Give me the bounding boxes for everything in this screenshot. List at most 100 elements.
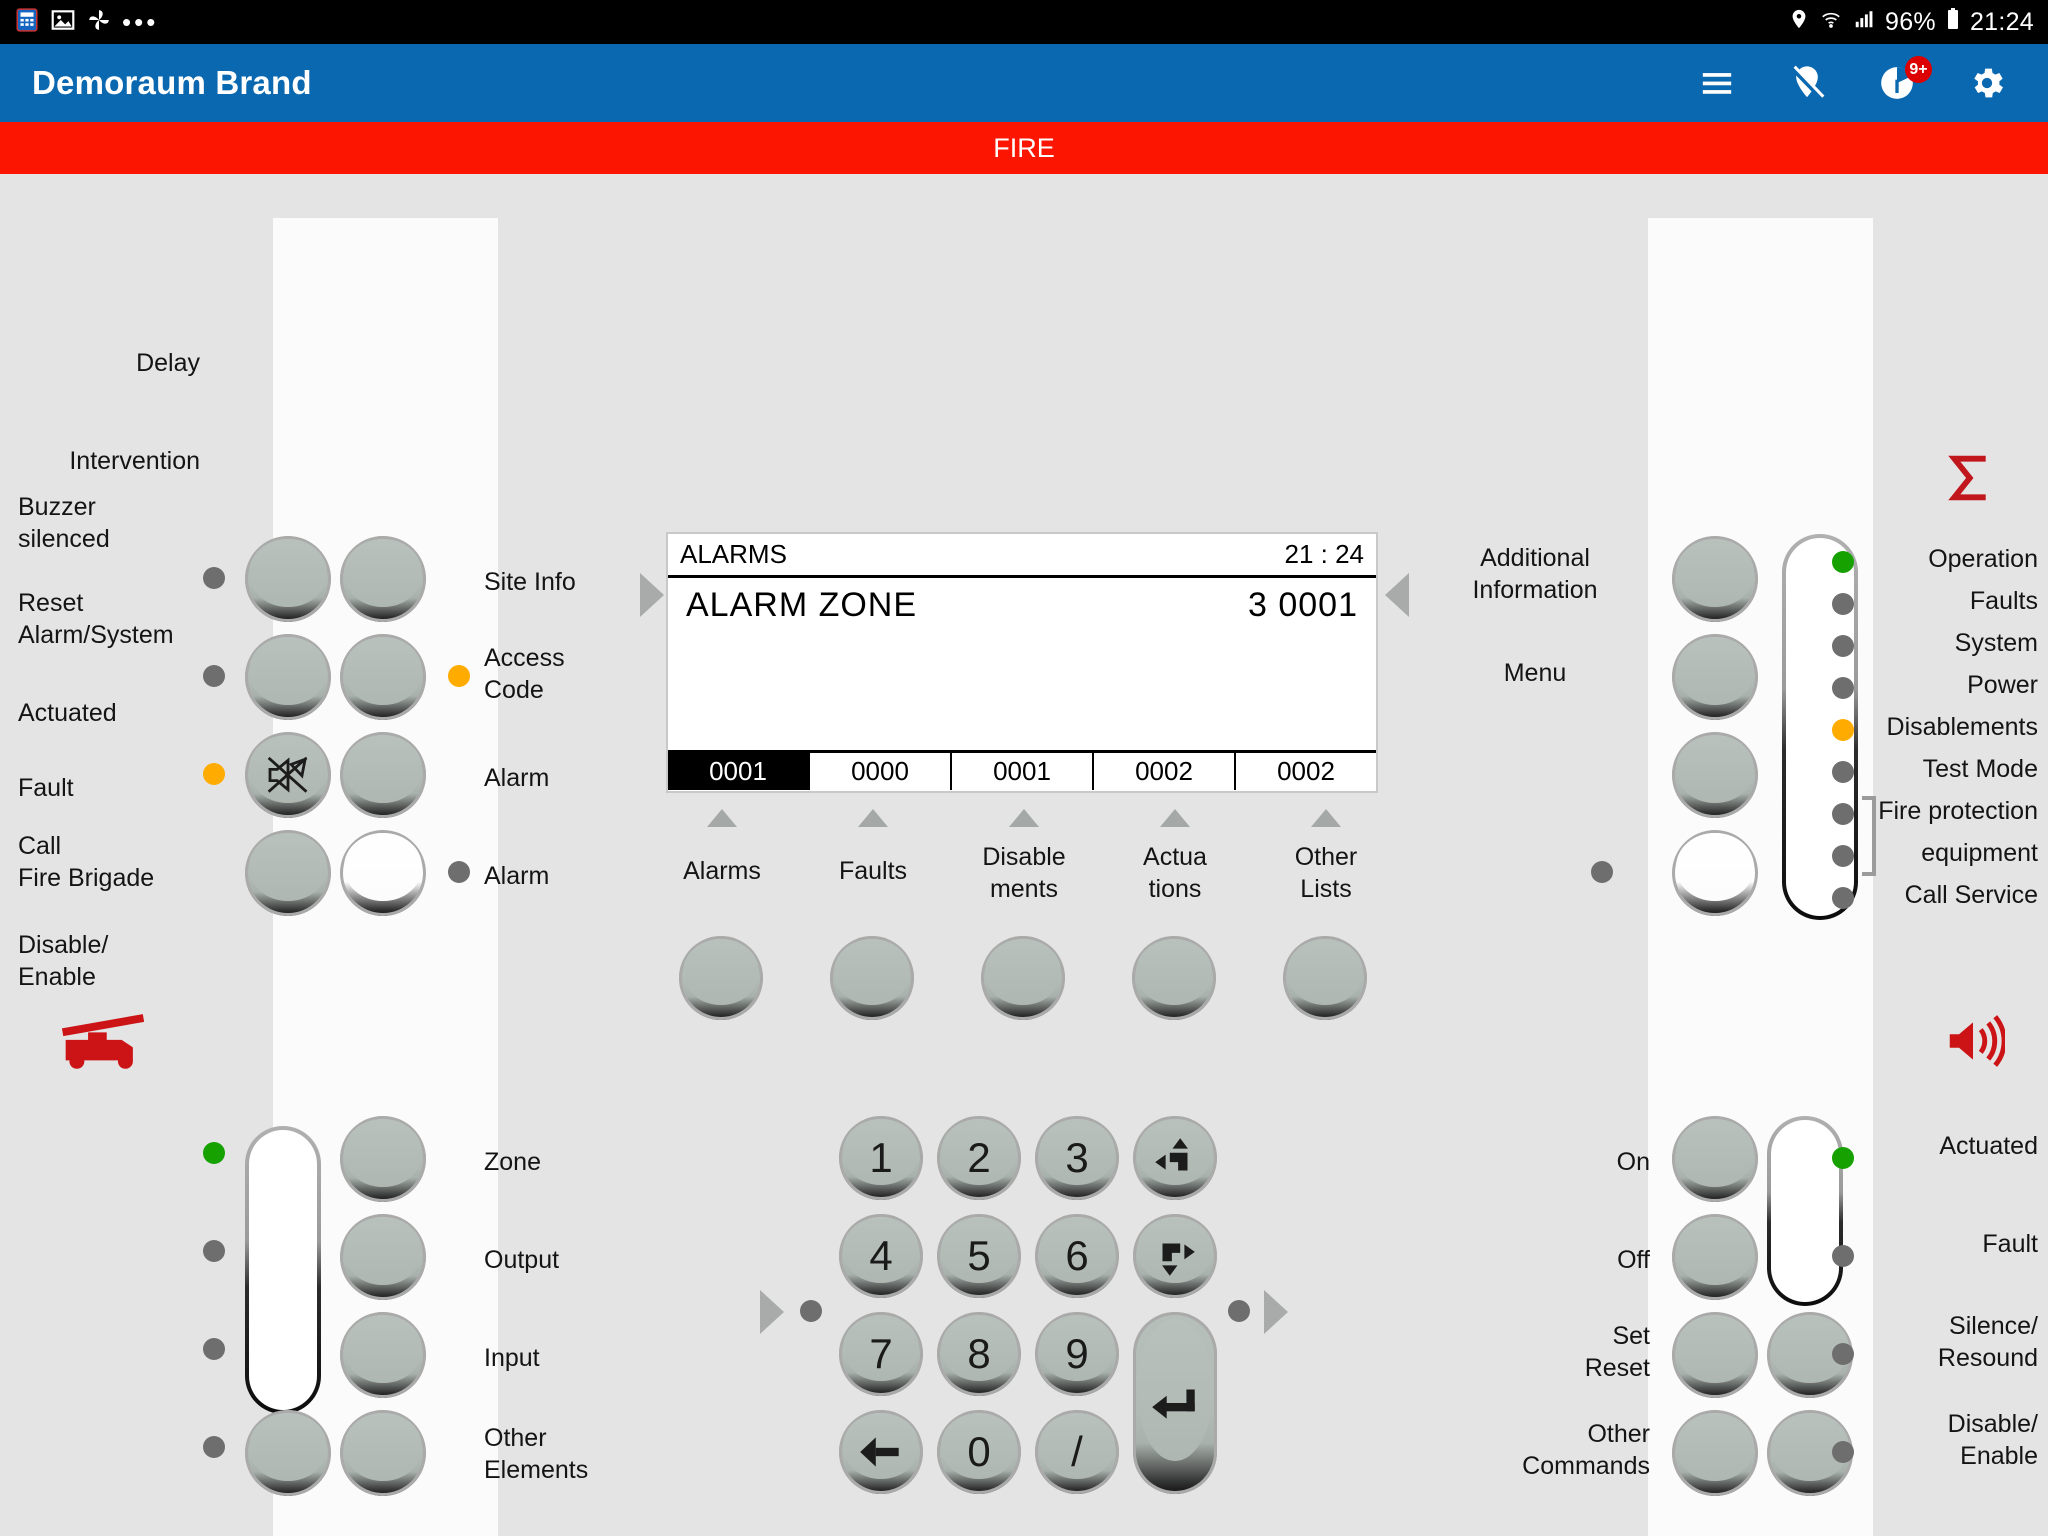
button-buzzer-silence[interactable] [245, 732, 331, 818]
android-status-bar: ••• 96% 21:24 [0, 0, 2048, 44]
label-fault-right: Fault [1982, 1230, 2038, 1258]
label-alarm-bottom: Alarm [484, 862, 550, 890]
key-7-label: 7 [869, 1330, 893, 1377]
speaker-icon [1928, 996, 2018, 1086]
key-3[interactable]: 3 [1035, 1116, 1119, 1200]
key-0[interactable]: 0 [937, 1410, 1021, 1494]
button-site-info[interactable] [340, 536, 426, 622]
label-led-test-mode: Test Mode [1922, 755, 2038, 783]
hamburger-menu-icon[interactable] [1696, 62, 1738, 104]
label-led-fire-protection: Fire protection [1878, 797, 2038, 825]
led-status-indicator [1591, 861, 1613, 883]
key-backspace[interactable] [839, 1410, 923, 1494]
notifications-icon[interactable]: 9+ [1876, 56, 1932, 104]
backspace-icon [839, 1410, 923, 1494]
key-nav-up-left[interactable] [1133, 1116, 1217, 1200]
keypad-arrow-right [1264, 1290, 1288, 1334]
button-list-alarms[interactable] [679, 936, 763, 1020]
key-6[interactable]: 6 [1035, 1214, 1119, 1298]
lcd-body: ALARM ZONE 3 0001 [668, 578, 1376, 750]
label-actuated-left: Actuated [18, 699, 117, 727]
key-9-label: 9 [1065, 1330, 1089, 1377]
label-fault-left: Fault [18, 774, 74, 802]
led-actuated-left [203, 1142, 225, 1164]
tri-other-lists [1311, 809, 1341, 827]
button-zone[interactable] [340, 1116, 426, 1202]
pill-bottom-left [245, 1126, 321, 1414]
fire-status-banner: FIRE [0, 122, 2048, 174]
tri-alarms [707, 809, 737, 827]
key-3-label: 3 [1065, 1134, 1089, 1181]
key-1[interactable]: 1 [839, 1116, 923, 1200]
button-list-actuations[interactable] [1132, 936, 1216, 1020]
label-led-disablements: Disablements [1886, 713, 2038, 741]
label-alarm-top: Alarm [484, 764, 550, 792]
label-on: On [1616, 1148, 1650, 1176]
button-other-elements-2[interactable] [340, 1410, 426, 1496]
label-intervention: Intervention [69, 447, 200, 475]
settings-gear-icon[interactable] [1966, 62, 2008, 104]
wifi-icon [1819, 8, 1843, 37]
fire-banner-label: FIRE [993, 132, 1055, 163]
tri-disablements [1009, 809, 1039, 827]
label-disable-enable-left: Disable/ Enable [18, 931, 109, 991]
notification-badge: 9+ [1905, 56, 1932, 83]
button-input[interactable] [340, 1312, 426, 1398]
key-enter[interactable] [1133, 1312, 1217, 1494]
lcd-display: ALARMS 21 : 24 ALARM ZONE 3 0001 0001 00… [666, 532, 1378, 793]
lcd-counter-disablements[interactable]: 0001 [952, 753, 1094, 790]
key-nav-down-right[interactable] [1133, 1214, 1217, 1298]
more-dots-icon: ••• [122, 7, 159, 37]
lcd-header-title: ALARMS [680, 539, 787, 569]
key-slash[interactable]: / [1035, 1410, 1119, 1494]
label-led-equipment: equipment [1921, 839, 2038, 867]
location-pin-icon [1788, 8, 1810, 37]
label-list-other-lists: Other Lists [1294, 843, 1358, 903]
button-list-other-lists[interactable] [1283, 936, 1367, 1020]
label-site-info: Site Info [484, 568, 576, 596]
key-1-label: 1 [869, 1134, 893, 1181]
led-intervention [203, 665, 225, 687]
page-title: Demoraum Brand [32, 64, 312, 101]
tri-actuations [1160, 809, 1190, 827]
tri-faults [858, 809, 888, 827]
sigma-icon [1930, 438, 2010, 518]
location-off-icon[interactable] [1786, 62, 1828, 104]
lcd-header: ALARMS 21 : 24 [668, 534, 1376, 578]
label-led-system: System [1954, 629, 2038, 657]
lcd-counter-actuations[interactable]: 0002 [1094, 753, 1236, 790]
app-bar: Demoraum Brand 9+ [0, 44, 2048, 122]
lcd-counter-alarms[interactable]: 0001 [668, 753, 810, 790]
key-5[interactable]: 5 [937, 1214, 1021, 1298]
label-menu: Menu [1503, 659, 1567, 687]
fire-truck-icon [38, 993, 168, 1083]
buzzer-muted-icon [245, 732, 331, 818]
key-2[interactable]: 2 [937, 1116, 1021, 1200]
button-list-faults[interactable] [830, 936, 914, 1020]
lcd-counter-other-lists[interactable]: 0002 [1236, 753, 1376, 790]
pinwheel-icon [86, 7, 112, 38]
button-list-disablements[interactable] [981, 936, 1065, 1020]
button-output[interactable] [340, 1214, 426, 1300]
label-call-fire-brigade: Call Fire Brigade [18, 832, 155, 892]
battery-icon [1945, 7, 1961, 38]
lcd-counter-faults[interactable]: 0000 [810, 753, 952, 790]
key-9[interactable]: 9 [1035, 1312, 1119, 1396]
key-8[interactable]: 8 [937, 1312, 1021, 1396]
button-other-elements[interactable] [245, 1410, 331, 1496]
key-4-label: 4 [869, 1232, 893, 1279]
key-7[interactable]: 7 [839, 1312, 923, 1396]
label-list-disablements: Disable ments [982, 843, 1066, 903]
key-4[interactable]: 4 [839, 1214, 923, 1298]
button-alarm-indicator[interactable] [340, 830, 426, 916]
led-access-code [448, 665, 470, 687]
label-list-actuations: Actua tions [1143, 843, 1207, 903]
button-alarm-top[interactable] [340, 732, 426, 818]
enter-icon [1133, 1312, 1217, 1494]
label-off: Off [1617, 1246, 1650, 1274]
button-delay[interactable] [245, 536, 331, 622]
label-led-power: Power [1967, 671, 2038, 699]
label-reset-alarm-system: Reset Alarm/System [18, 589, 174, 649]
button-access-code[interactable] [340, 634, 426, 720]
nav-down-right-icon [1133, 1214, 1217, 1298]
